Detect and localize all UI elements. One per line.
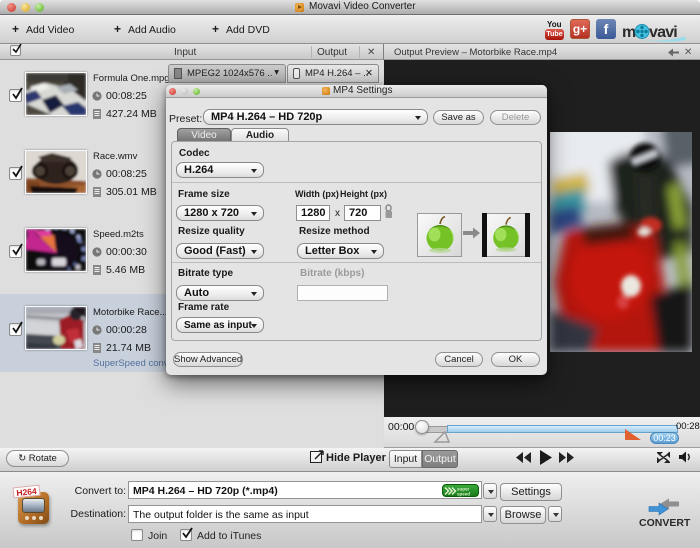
svg-text:vavi: vavi — [649, 24, 677, 41]
svg-text:m: m — [622, 24, 636, 41]
svg-text:speed: speed — [457, 492, 470, 497]
